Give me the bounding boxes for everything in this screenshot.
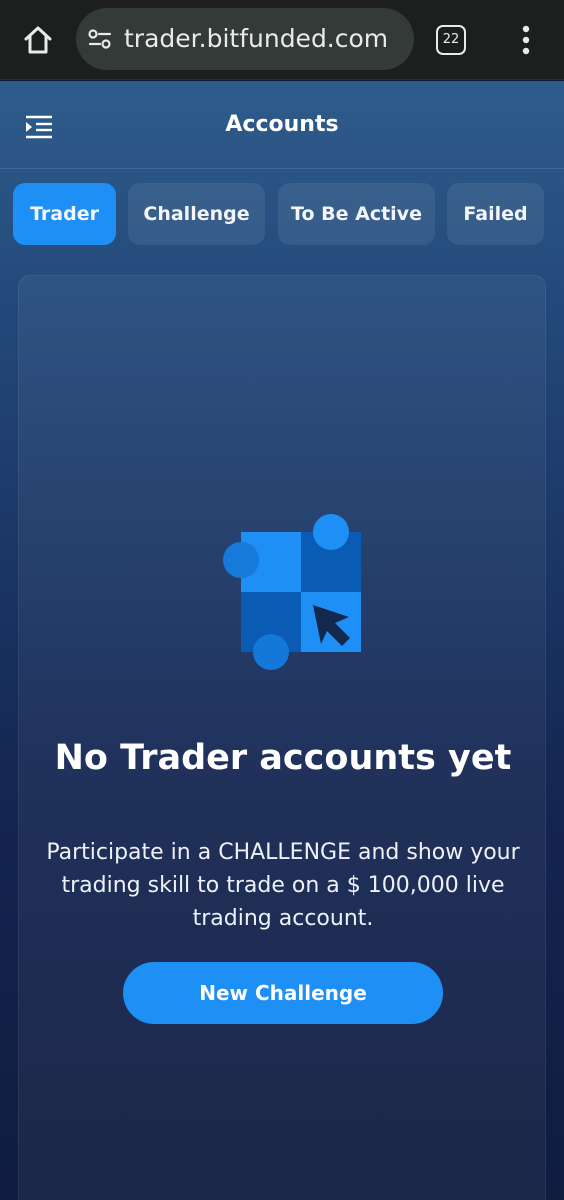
empty-state-title: No Trader accounts yet <box>54 738 512 778</box>
tab-to-be-active[interactable]: To Be Active <box>278 183 435 245</box>
more-vert-button[interactable] <box>514 22 538 58</box>
empty-state-description: Participate in a CHALLENGE and show your… <box>46 840 520 931</box>
tab-failed[interactable]: Failed <box>447 183 544 245</box>
empty-state-card: No Trader accounts yet Participate in a … <box>18 275 546 1200</box>
app-content: Accounts Trader Challenge To Be Active F… <box>0 81 564 1200</box>
more-vert-icon <box>522 25 530 55</box>
checkerboard-cursor-icon <box>223 514 361 670</box>
home-icon <box>24 26 52 54</box>
page-title: Accounts <box>225 112 339 137</box>
tab-trader[interactable]: Trader <box>13 183 116 245</box>
url-text[interactable]: trader.bitfunded.com <box>124 8 404 70</box>
account-tabs: Trader Challenge To Be Active Failed <box>0 183 564 247</box>
tab-switcher-button[interactable]: 22 <box>436 25 466 55</box>
address-bar[interactable]: trader.bitfunded.com <box>76 8 414 70</box>
browser-toolbar: trader.bitfunded.com 22 <box>0 0 564 80</box>
new-challenge-button[interactable]: New Challenge <box>123 962 443 1024</box>
app-header: Accounts <box>0 81 564 169</box>
tab-challenge[interactable]: Challenge <box>128 183 265 245</box>
menu-button[interactable] <box>24 115 54 139</box>
site-settings-icon[interactable] <box>86 25 114 53</box>
home-button[interactable] <box>18 20 58 60</box>
menu-expand-icon <box>26 115 52 139</box>
